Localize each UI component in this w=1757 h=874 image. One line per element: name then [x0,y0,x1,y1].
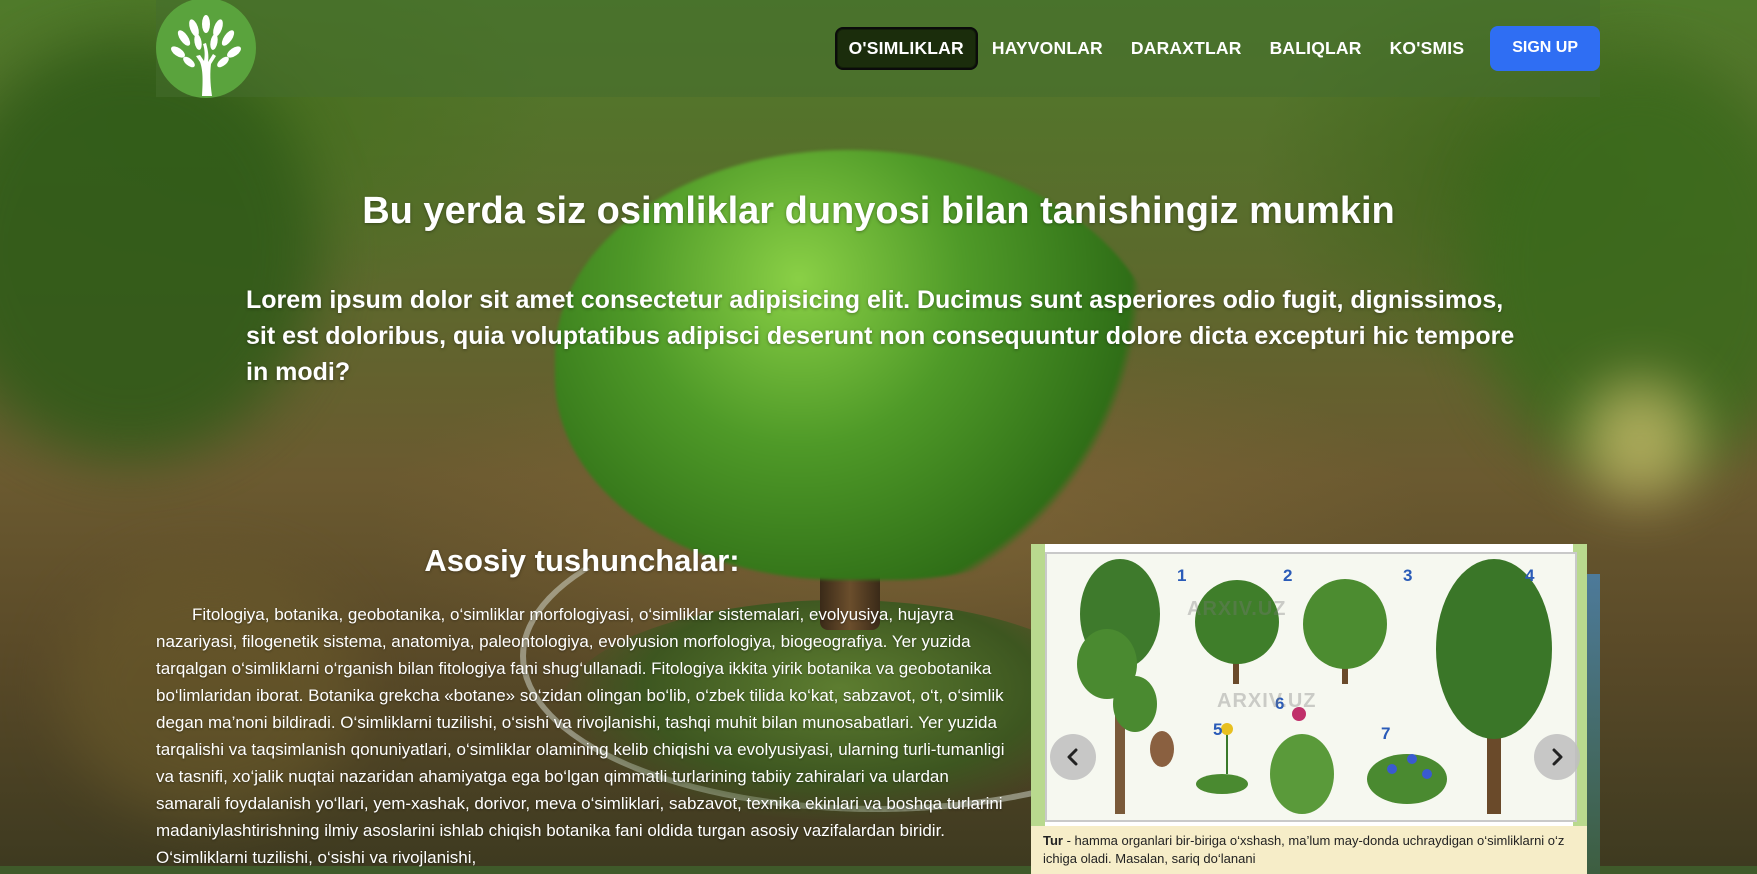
section-heading: Asosiy tushunchalar: [424,543,740,578]
nav-daraxtlar[interactable]: DARAXTLAR [1117,27,1256,70]
nav-baliqlar[interactable]: BALIQLAR [1256,27,1376,70]
watermark: ARXIV.UZ [1217,690,1317,712]
nav-osimliklar[interactable]: O'SIMLIKLAR [834,26,978,70]
next-slide-peek [1587,574,1600,874]
site-logo[interactable] [156,0,257,98]
watermark: ARXIV.UZ [1187,598,1287,620]
plant-number: 7 [1381,724,1391,743]
chevron-left-icon [1067,748,1078,766]
caption-text: - hamma organlari bir-biriga o‘xshash, m… [1043,833,1565,866]
hero-subtitle: Lorem ipsum dolor sit amet consectetur a… [246,286,1515,386]
tree-logo-icon [156,0,256,98]
carousel-prev-button[interactable] [1050,734,1096,780]
slide-caption: Tur - hamma organlari bir-biriga o‘xshas… [1031,826,1587,874]
image-carousel: 1 2 3 4 5 6 7 ARXIV.UZ ARXIV.UZ Tur - ha… [1031,544,1587,874]
plant-number: 5 [1213,720,1223,739]
plant-number: 1 [1177,566,1187,585]
carousel-slide: 1 2 3 4 5 6 7 ARXIV.UZ ARXIV.UZ Tur - ha… [1031,544,1587,874]
carousel-next-button[interactable] [1534,734,1580,780]
plants-drawing-icon [1077,559,1552,814]
nav-hayvonlar[interactable]: HAYVONLAR [978,27,1117,70]
plants-illustration: 1 2 3 4 5 6 7 ARXIV.UZ ARXIV.UZ [1045,552,1577,822]
main-nav: O'SIMLIKLAR HAYVONLAR DARAXTLAR BALIQLAR… [834,25,1600,71]
hero-title: Bu yerda siz osimliklar dunyosi bilan ta… [362,190,1395,232]
chevron-right-icon [1552,748,1563,766]
body-paragraph: Fitologiya, botanika, geobotanika, o‘sim… [156,605,1005,867]
caption-term: Tur [1043,833,1063,848]
plant-number: 2 [1283,566,1293,585]
plant-number: 4 [1525,566,1535,585]
signup-button[interactable]: SIGN UP [1490,25,1600,71]
plant-number: 3 [1403,566,1413,585]
nav-kosmis[interactable]: KO'SMIS [1376,27,1479,70]
